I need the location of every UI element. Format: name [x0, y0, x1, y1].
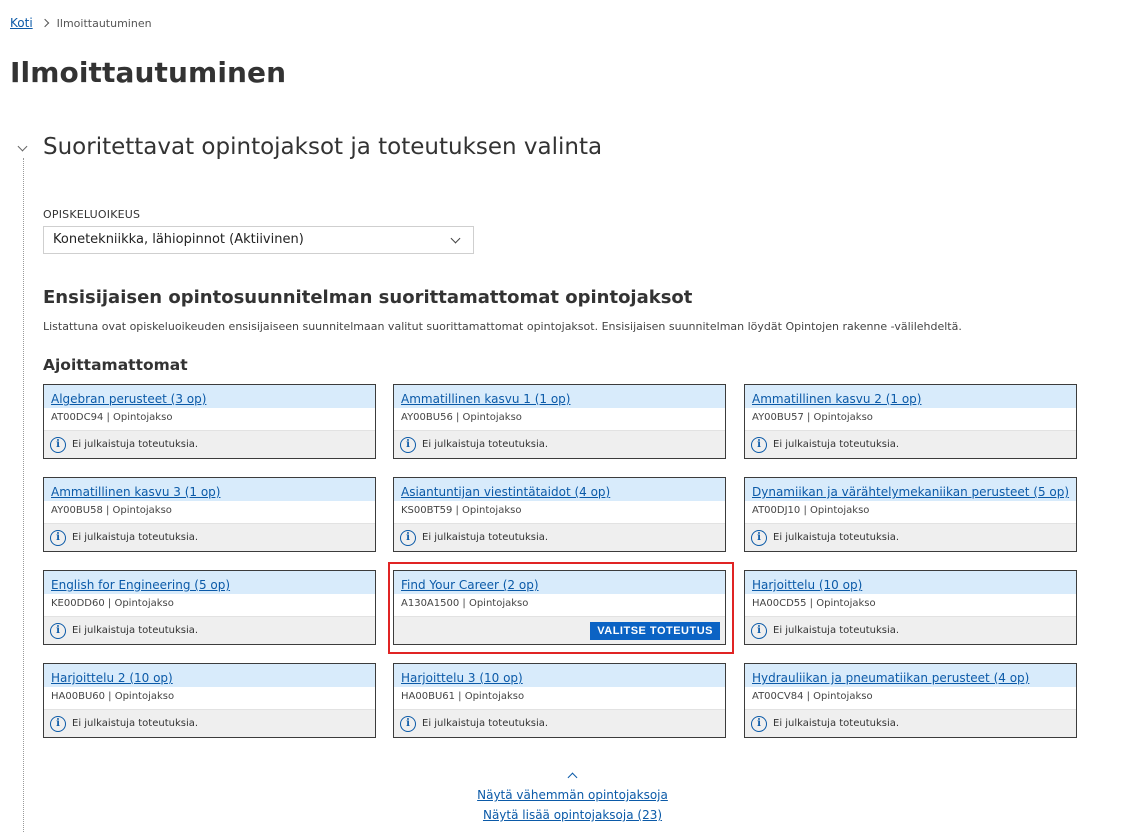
chevron-down-icon[interactable] [17, 141, 28, 152]
course-status: i Ei julkaistuja toteutuksia. [745, 430, 1076, 458]
course-meta: HA00BU61 | Opintojakso [401, 691, 525, 702]
no-implementations-text: Ei julkaistuja toteutuksia. [72, 532, 199, 543]
course-card: Ammatillinen kasvu 1 (1 op) AY00BU56 | O… [393, 384, 726, 459]
no-implementations-text: Ei julkaistuja toteutuksia. [773, 625, 900, 636]
chevron-down-icon [450, 233, 461, 244]
course-status: i Ei julkaistuja toteutuksia. [745, 523, 1076, 551]
chevron-up-icon[interactable] [567, 772, 578, 783]
group-title: Ajoittamattomat [43, 356, 188, 374]
course-meta: AY00BU58 | Opintojakso [51, 505, 172, 516]
section-timeline-line [23, 158, 24, 833]
course-title-link[interactable]: Hydrauliikan ja pneumatiikan perusteet (… [752, 671, 1029, 685]
no-implementations-text: Ei julkaistuja toteutuksia. [422, 439, 549, 450]
course-title-link[interactable]: Ammatillinen kasvu 2 (1 op) [752, 392, 921, 406]
course-card: Ammatillinen kasvu 2 (1 op) AY00BU57 | O… [744, 384, 1077, 459]
course-card: Harjoittelu (10 op) HA00CD55 | Opintojak… [744, 570, 1077, 645]
subsection-description: Listattuna ovat opiskeluoikeuden ensisij… [43, 320, 962, 333]
course-title-link[interactable]: Dynamiikan ja värähtelymekaniikan perust… [752, 485, 1069, 499]
course-title-link[interactable]: English for Engineering (5 op) [51, 578, 230, 592]
no-implementations-text: Ei julkaistuja toteutuksia. [72, 439, 199, 450]
course-card: Ammatillinen kasvu 3 (1 op) AY00BU58 | O… [43, 477, 376, 552]
info-icon: i [400, 715, 416, 732]
no-implementations-text: Ei julkaistuja toteutuksia. [422, 718, 549, 729]
course-status: i Ei julkaistuja toteutuksia. [745, 616, 1076, 644]
info-icon: i [751, 715, 767, 732]
study-right-select[interactable]: Konetekniikka, lähiopinnot (Aktiivinen) [43, 226, 474, 254]
study-right-label: OPISKELUOIKEUS [43, 208, 141, 221]
no-implementations-text: Ei julkaistuja toteutuksia. [773, 532, 900, 543]
show-more-link[interactable]: Näytä lisää opintojaksoja (23) [460, 805, 685, 825]
course-title-link[interactable]: Ammatillinen kasvu 1 (1 op) [401, 392, 570, 406]
course-card: Dynamiikan ja värähtelymekaniikan perust… [744, 477, 1077, 552]
course-title-link[interactable]: Algebran perusteet (3 op) [51, 392, 206, 406]
breadcrumb: Koti Ilmoittautuminen [10, 15, 152, 31]
course-status: i Ei julkaistuja toteutuksia. [394, 709, 725, 737]
info-icon: i [50, 622, 66, 639]
course-card: Hydrauliikan ja pneumatiikan perusteet (… [744, 663, 1077, 738]
no-implementations-text: Ei julkaistuja toteutuksia. [773, 718, 900, 729]
course-title-link[interactable]: Asiantuntijan viestintätaidot (4 op) [401, 485, 610, 499]
section-title[interactable]: Suoritettavat opintojaksot ja toteutukse… [43, 134, 602, 160]
info-icon: i [751, 622, 767, 639]
breadcrumb-home-link[interactable]: Koti [10, 16, 33, 30]
highlight-box [388, 562, 734, 654]
course-meta: AT00DJ10 | Opintojakso [752, 505, 870, 516]
course-meta: AY00BU57 | Opintojakso [752, 412, 873, 423]
course-title-link[interactable]: Harjoittelu (10 op) [752, 578, 862, 592]
study-right-selected-value: Konetekniikka, lähiopinnot (Aktiivinen) [53, 232, 304, 247]
course-card: Asiantuntijan viestintätaidot (4 op) KS0… [393, 477, 726, 552]
course-title-link[interactable]: Harjoittelu 3 (10 op) [401, 671, 523, 685]
page-title: Ilmoittautuminen [10, 56, 287, 89]
course-card: Algebran perusteet (3 op) AT00DC94 | Opi… [43, 384, 376, 459]
show-more-controls: Näytä vähemmän opintojaksoja Näytä lisää… [460, 766, 685, 825]
course-title-link[interactable]: Ammatillinen kasvu 3 (1 op) [51, 485, 220, 499]
no-implementations-text: Ei julkaistuja toteutuksia. [773, 439, 900, 450]
course-meta: HA00BU60 | Opintojakso [51, 691, 175, 702]
course-status: i Ei julkaistuja toteutuksia. [394, 430, 725, 458]
course-status: i Ei julkaistuja toteutuksia. [44, 709, 375, 737]
course-card: English for Engineering (5 op) KE00DD60 … [43, 570, 376, 645]
chevron-right-icon [40, 18, 49, 28]
course-status: i Ei julkaistuja toteutuksia. [44, 616, 375, 644]
course-status: i Ei julkaistuja toteutuksia. [44, 523, 375, 551]
subsection-title: Ensisijaisen opintosuunnitelman suoritta… [43, 287, 693, 308]
info-icon: i [400, 436, 416, 453]
course-title-link[interactable]: Harjoittelu 2 (10 op) [51, 671, 173, 685]
no-implementations-text: Ei julkaistuja toteutuksia. [422, 532, 549, 543]
no-implementations-text: Ei julkaistuja toteutuksia. [72, 625, 199, 636]
info-icon: i [50, 529, 66, 546]
info-icon: i [50, 436, 66, 453]
course-meta: KS00BT59 | Opintojakso [401, 505, 522, 516]
course-card: Harjoittelu 3 (10 op) HA00BU61 | Opintoj… [393, 663, 726, 738]
course-status: i Ei julkaistuja toteutuksia. [44, 430, 375, 458]
course-meta: AY00BU56 | Opintojakso [401, 412, 522, 423]
course-card: Harjoittelu 2 (10 op) HA00BU60 | Opintoj… [43, 663, 376, 738]
course-meta: KE00DD60 | Opintojakso [51, 598, 174, 609]
breadcrumb-current: Ilmoittautuminen [56, 16, 152, 30]
show-less-link[interactable]: Näytä vähemmän opintojaksoja [460, 785, 685, 805]
info-icon: i [751, 529, 767, 546]
course-meta: AT00CV84 | Opintojakso [752, 691, 873, 702]
course-meta: HA00CD55 | Opintojakso [752, 598, 876, 609]
no-implementations-text: Ei julkaistuja toteutuksia. [72, 718, 199, 729]
course-meta: AT00DC94 | Opintojakso [51, 412, 173, 423]
info-icon: i [400, 529, 416, 546]
info-icon: i [50, 715, 66, 732]
info-icon: i [751, 436, 767, 453]
course-status: i Ei julkaistuja toteutuksia. [745, 709, 1076, 737]
course-status: i Ei julkaistuja toteutuksia. [394, 523, 725, 551]
